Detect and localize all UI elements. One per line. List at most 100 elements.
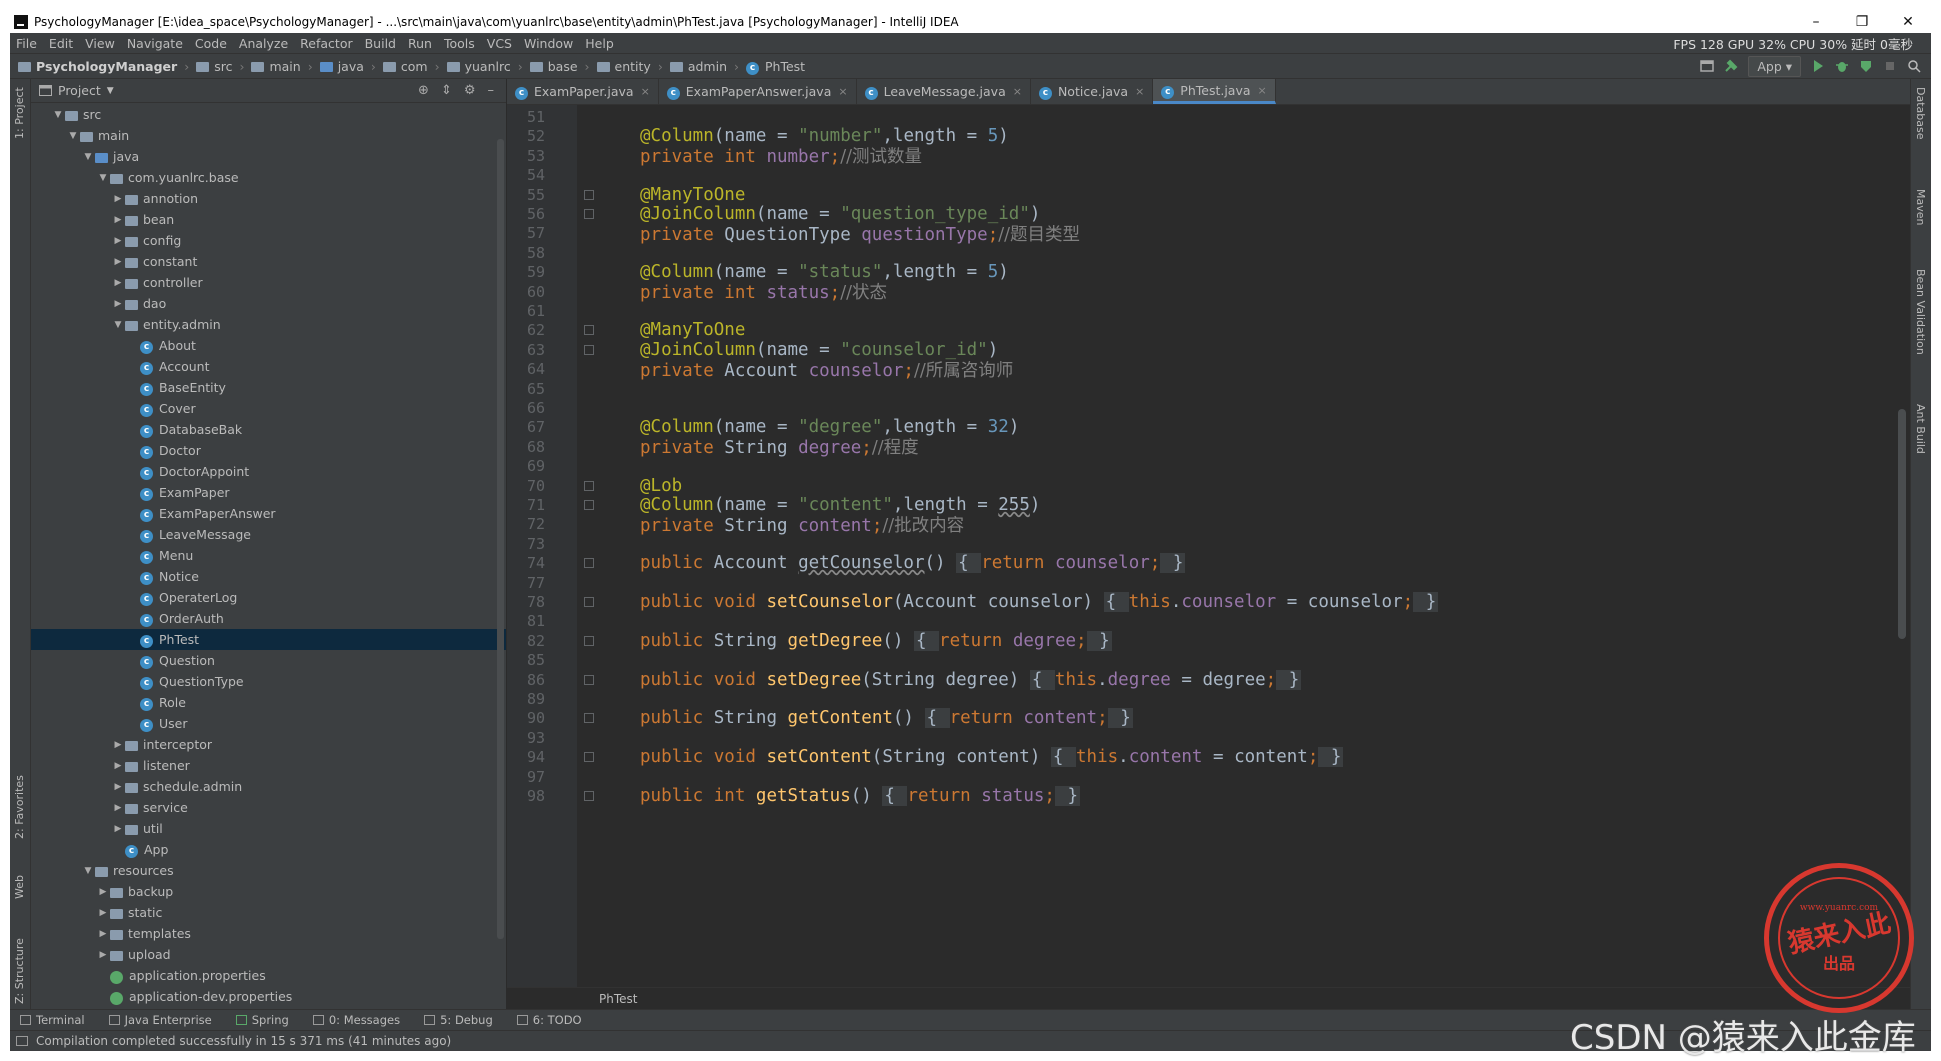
fold-expand-icon[interactable]	[584, 674, 594, 685]
editor-tab[interactable]: c ExamPaperAnswer.java ×	[659, 79, 857, 104]
maximize-button[interactable]: ❐	[1839, 14, 1885, 30]
chevron-down-icon[interactable]: ▼	[107, 86, 114, 96]
collapsed-arrow-icon[interactable]: ▶	[111, 782, 125, 792]
coverage-icon[interactable]	[1859, 59, 1873, 73]
tree-item[interactable]: c ExamPaper	[31, 482, 506, 503]
java-enterprise-tool-button[interactable]: Java Enterprise	[99, 1013, 226, 1027]
tree-item[interactable]: ▶ config	[31, 230, 506, 251]
editor-scrollbar[interactable]	[1898, 409, 1906, 639]
breadcrumb-admin[interactable]: admin	[666, 59, 731, 74]
tree-item[interactable]: ▶ constant	[31, 251, 506, 272]
breadcrumb-phtest[interactable]: c PhTest	[742, 59, 809, 75]
tree-item[interactable]: ▶ interceptor	[31, 734, 506, 755]
collapsed-arrow-icon[interactable]: ▶	[111, 803, 125, 813]
tree-item[interactable]: ▶ templates	[31, 923, 506, 944]
code-line[interactable]: 98 public int getStatus() { return status…	[507, 784, 1910, 808]
search-icon[interactable]	[1907, 59, 1921, 73]
menu-analyze[interactable]: Analyze	[233, 36, 294, 51]
tree-item[interactable]: c DatabaseBak	[31, 419, 506, 440]
menu-code[interactable]: Code	[189, 36, 233, 51]
menu-run[interactable]: Run	[402, 36, 438, 51]
menu-view[interactable]: View	[79, 36, 121, 51]
collapsed-arrow-icon[interactable]: ▶	[111, 236, 125, 246]
code-area[interactable]: 51 52 @Column(name = "number",length = 5) 5…	[507, 105, 1910, 987]
breadcrumb-yuanlrc[interactable]: yuanlrc	[443, 59, 515, 74]
tree-item[interactable]: application-dev.properties	[31, 986, 506, 1007]
fold-marker-icon[interactable]	[584, 480, 594, 491]
editor-tab[interactable]: c LeaveMessage.java ×	[857, 79, 1031, 104]
tree-item[interactable]: ▼ entity.admin	[31, 314, 506, 335]
collapse-all-icon[interactable]: ⇕	[441, 83, 452, 98]
expanded-arrow-icon[interactable]: ▼	[81, 866, 95, 876]
fold-expand-icon[interactable]	[584, 752, 594, 763]
tree-item[interactable]: ▼ main	[31, 125, 506, 146]
terminal-tool-button[interactable]: Terminal	[10, 1013, 99, 1027]
tree-item[interactable]: c OperaterLog	[31, 587, 506, 608]
tree-item[interactable]: c Notice	[31, 566, 506, 587]
menu-help[interactable]: Help	[579, 36, 620, 51]
tree-item[interactable]: c Account	[31, 356, 506, 377]
editor-tab[interactable]: c Notice.java ×	[1031, 79, 1154, 104]
project-panel-title[interactable]: Project	[58, 83, 101, 98]
tree-item[interactable]: ▶ bean	[31, 209, 506, 230]
expanded-arrow-icon[interactable]: ▼	[66, 131, 80, 141]
fold-expand-icon[interactable]	[584, 558, 594, 569]
event-log-icon[interactable]	[16, 1036, 28, 1046]
project-structure-icon[interactable]	[1700, 59, 1715, 73]
tree-item[interactable]: ▶ backup	[31, 881, 506, 902]
messages-tool-button[interactable]: 0: Messages	[303, 1013, 414, 1027]
tree-item[interactable]: ▼ resources	[31, 860, 506, 881]
database-tool-button[interactable]: Database	[1914, 87, 1927, 140]
menu-tools[interactable]: Tools	[438, 36, 481, 51]
debug-tool-button[interactable]: 5: Debug	[414, 1013, 507, 1027]
ant-build-tool-button[interactable]: Ant Build	[1914, 404, 1927, 454]
tree-item[interactable]: c ExamPaperAnswer	[31, 503, 506, 524]
hide-icon[interactable]: –	[488, 83, 495, 98]
fold-expand-icon[interactable]	[584, 635, 594, 646]
editor-tab[interactable]: c PhTest.java ×	[1153, 79, 1276, 104]
tree-item[interactable]: c App	[31, 839, 506, 860]
collapsed-arrow-icon[interactable]: ▶	[96, 929, 110, 939]
fold-marker-icon[interactable]	[584, 189, 594, 200]
tree-item[interactable]: c DoctorAppoint	[31, 461, 506, 482]
debug-icon[interactable]	[1835, 59, 1849, 73]
fold-expand-icon[interactable]	[584, 791, 594, 801]
tree-item[interactable]: c Menu	[31, 545, 506, 566]
tree-item[interactable]: application.properties	[31, 965, 506, 986]
maven-tool-button[interactable]: Maven	[1914, 189, 1927, 225]
breadcrumb-entity[interactable]: entity	[593, 59, 655, 74]
tree-item[interactable]: ▶ util	[31, 818, 506, 839]
collapsed-arrow-icon[interactable]: ▶	[111, 299, 125, 309]
tree-item[interactable]: ▶ dao	[31, 293, 506, 314]
tree-item[interactable]: c Cover	[31, 398, 506, 419]
fold-expand-icon[interactable]	[584, 713, 594, 724]
menu-window[interactable]: Window	[518, 36, 579, 51]
collapsed-arrow-icon[interactable]: ▶	[111, 194, 125, 204]
collapsed-arrow-icon[interactable]: ▶	[111, 278, 125, 288]
breadcrumb-project[interactable]: PsychologyManager	[10, 59, 181, 74]
collapsed-arrow-icon[interactable]: ▶	[111, 257, 125, 267]
gear-icon[interactable]: ⚙	[464, 83, 476, 98]
tree-item[interactable]: c Role	[31, 692, 506, 713]
bean-validation-tool-button[interactable]: Bean Validation	[1914, 269, 1927, 355]
collapsed-arrow-icon[interactable]: ▶	[111, 824, 125, 834]
fold-expand-icon[interactable]	[584, 597, 594, 607]
collapsed-arrow-icon[interactable]: ▶	[111, 761, 125, 771]
fold-marker-icon[interactable]	[584, 325, 594, 336]
tree-item[interactable]: c OrderAuth	[31, 608, 506, 629]
close-button[interactable]: ✕	[1885, 14, 1931, 30]
expanded-arrow-icon[interactable]: ▼	[111, 320, 125, 330]
tree-item[interactable]: c Doctor	[31, 440, 506, 461]
menu-file[interactable]: File	[10, 36, 43, 51]
breadcrumb-com[interactable]: com	[379, 59, 432, 74]
spring-tool-button[interactable]: Spring	[226, 1013, 303, 1027]
project-tool-button[interactable]: 1: Project	[13, 87, 26, 139]
tree-item[interactable]: ▶ controller	[31, 272, 506, 293]
tree-item[interactable]: c User	[31, 713, 506, 734]
web-tool-button[interactable]: Web	[13, 875, 26, 899]
editor-breadcrumb[interactable]: PhTest	[507, 987, 1910, 1009]
expanded-arrow-icon[interactable]: ▼	[51, 110, 65, 120]
run-icon[interactable]	[1811, 59, 1825, 73]
tree-item[interactable]: ▶ static	[31, 902, 506, 923]
fold-marker-icon[interactable]	[584, 344, 594, 355]
